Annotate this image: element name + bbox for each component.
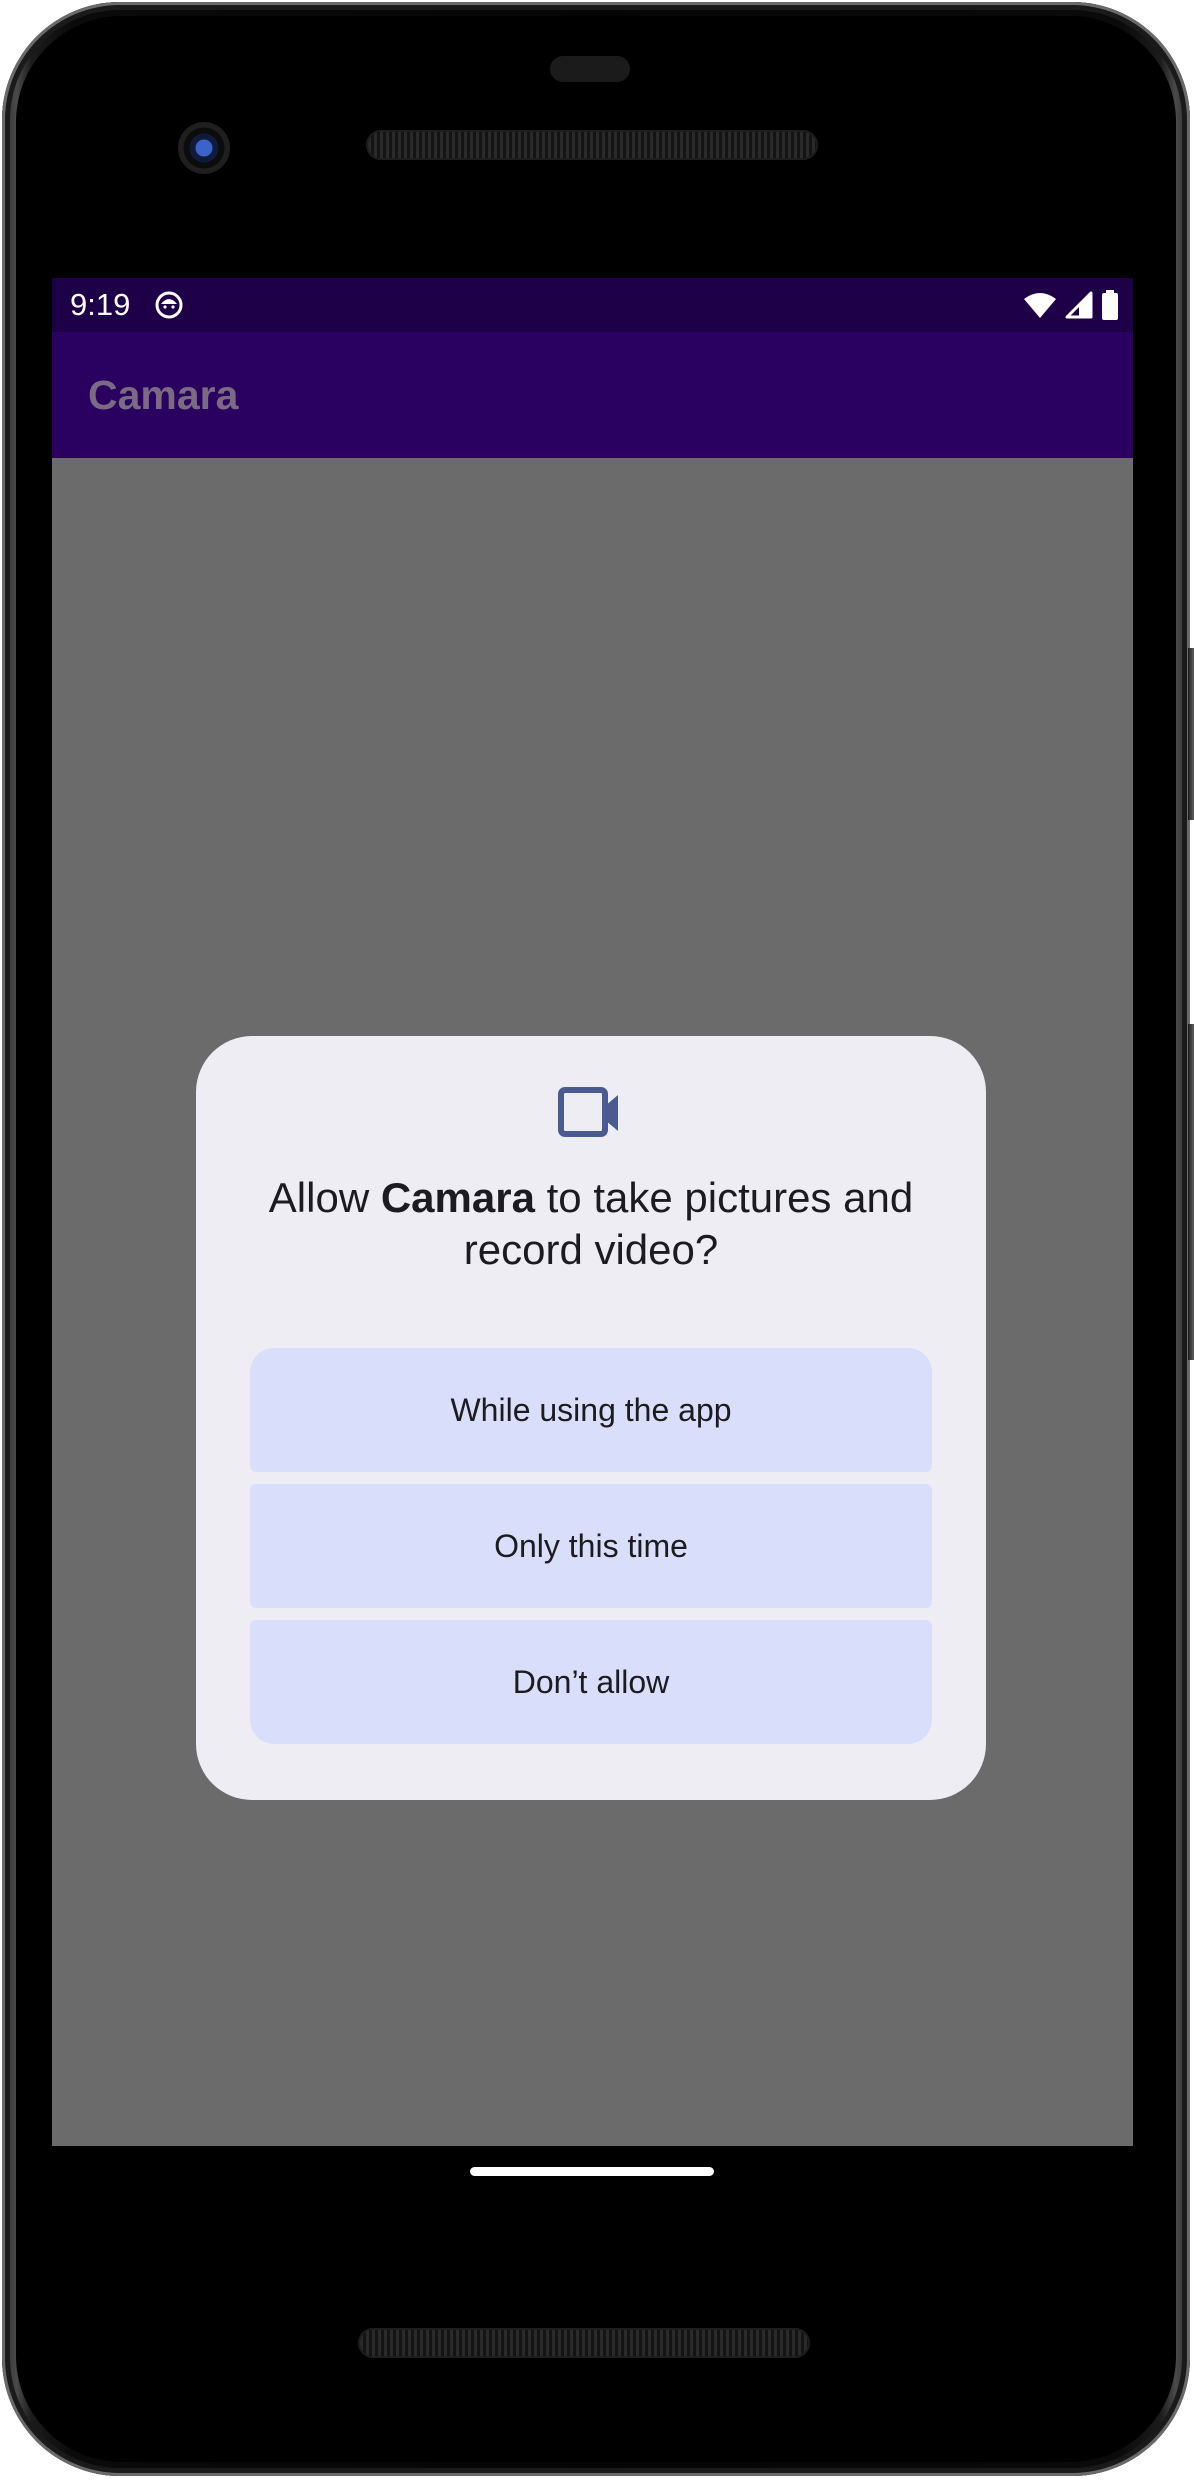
proximity-sensor xyxy=(550,56,630,82)
volume-rocker[interactable] xyxy=(1188,1024,1194,1360)
wifi-icon xyxy=(1024,293,1056,318)
top-speaker-grille xyxy=(368,132,816,158)
bottom-speaker-grille xyxy=(360,2330,808,2356)
power-button[interactable] xyxy=(1188,648,1194,820)
device-screen: 9:19 Camara Allow Camara to take picture… xyxy=(52,278,1133,2146)
notification-app-icon xyxy=(155,291,183,319)
battery-icon xyxy=(1102,290,1118,320)
gesture-navigation-handle[interactable] xyxy=(470,2167,714,2176)
app-toolbar: Camara xyxy=(52,332,1133,458)
dialog-app-name: Camara xyxy=(380,1174,535,1221)
status-icons xyxy=(1023,290,1119,320)
only-this-time-button[interactable]: Only this time xyxy=(250,1484,932,1608)
while-using-app-button[interactable]: While using the app xyxy=(250,1348,932,1472)
front-camera-lens xyxy=(178,122,230,174)
dont-allow-button[interactable]: Don’t allow xyxy=(250,1620,932,1744)
cellular-signal-icon xyxy=(1065,291,1093,319)
permission-dialog: Allow Camara to take pictures and record… xyxy=(196,1036,986,1800)
dialog-title-prefix: Allow xyxy=(268,1174,381,1221)
status-time: 9:19 xyxy=(70,287,131,322)
status-bar: 9:19 xyxy=(52,278,1133,332)
videocam-icon xyxy=(558,1087,618,1137)
dialog-title: Allow Camara to take pictures and record… xyxy=(226,1172,956,1276)
device-frame-stage: 9:19 Camara Allow Camara to take picture… xyxy=(0,0,1194,2480)
dimmed-content-scrim[interactable]: Allow Camara to take pictures and record… xyxy=(52,458,1133,2146)
app-title: Camara xyxy=(88,372,239,418)
